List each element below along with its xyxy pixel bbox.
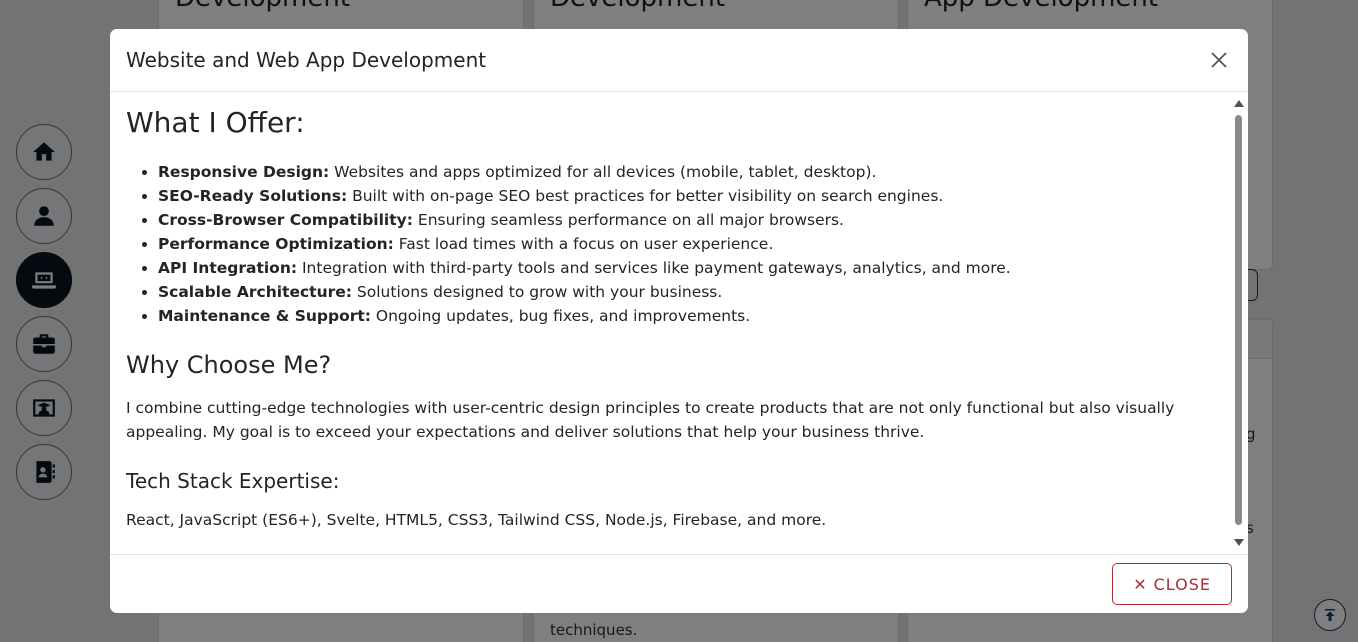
- offer-item-text: Ongoing updates, bug fixes, and improvem…: [370, 307, 751, 325]
- offer-item: Cross-Browser Compatibility: Ensuring se…: [158, 208, 1218, 232]
- offer-item-label: Cross-Browser Compatibility:: [158, 211, 413, 229]
- offer-item-label: Scalable Architecture:: [158, 283, 352, 301]
- modal-footer: ✕ CLOSE: [110, 554, 1248, 613]
- offer-item-text: Fast load times with a focus on user exp…: [393, 235, 774, 253]
- offer-item-text: Integration with third-party tools and s…: [297, 259, 1011, 277]
- offer-item-text: Solutions designed to grow with your bus…: [352, 283, 723, 301]
- offer-list: Responsive Design: Websites and apps opt…: [126, 160, 1218, 328]
- offer-item: Responsive Design: Websites and apps opt…: [158, 160, 1218, 184]
- modal-title: Website and Web App Development: [126, 48, 487, 72]
- why-heading: Why Choose Me?: [126, 351, 332, 379]
- offer-item-label: Maintenance & Support:: [158, 307, 371, 325]
- close-icon: ✕: [1133, 574, 1148, 594]
- offer-item-text: Built with on-page SEO best practices fo…: [347, 187, 944, 205]
- offer-item: Maintenance & Support: Ongoing updates, …: [158, 304, 1218, 328]
- scroll-thumb[interactable]: [1235, 115, 1242, 525]
- offer-item-text: Websites and apps optimized for all devi…: [329, 163, 877, 181]
- offer-item-text: Ensuring seamless performance on all maj…: [412, 211, 844, 229]
- offer-item: Scalable Architecture: Solutions designe…: [158, 280, 1218, 304]
- offer-item-label: API Integration:: [158, 259, 298, 277]
- why-text: I combine cutting-edge technologies with…: [126, 399, 1175, 441]
- tech-heading: Tech Stack Expertise:: [126, 469, 340, 493]
- close-icon: [1211, 52, 1227, 68]
- offer-heading: What I Offer:: [126, 106, 305, 139]
- close-button-label: CLOSE: [1153, 574, 1211, 594]
- offer-item-label: SEO-Ready Solutions:: [158, 187, 348, 205]
- scroll-down-arrow[interactable]: [1233, 539, 1244, 546]
- offer-item-label: Performance Optimization:: [158, 235, 394, 253]
- modal-body[interactable]: What I Offer: Responsive Design: Website…: [110, 92, 1248, 554]
- offer-item: Performance Optimization: Fast load time…: [158, 232, 1218, 256]
- service-modal: Website and Web App Development What I O…: [110, 29, 1248, 613]
- close-x-button[interactable]: [1206, 47, 1232, 73]
- scroll-up-arrow[interactable]: [1233, 100, 1244, 107]
- modal-scrollbar[interactable]: [1233, 100, 1244, 546]
- offer-item: API Integration: Integration with third-…: [158, 256, 1218, 280]
- offer-item: SEO-Ready Solutions: Built with on-page …: [158, 184, 1218, 208]
- offer-item-label: Responsive Design:: [158, 163, 330, 181]
- close-button[interactable]: ✕ CLOSE: [1112, 563, 1232, 605]
- tech-text: React, JavaScript (ES6+), Svelte, HTML5,…: [126, 511, 827, 529]
- modal-header: Website and Web App Development: [110, 29, 1248, 92]
